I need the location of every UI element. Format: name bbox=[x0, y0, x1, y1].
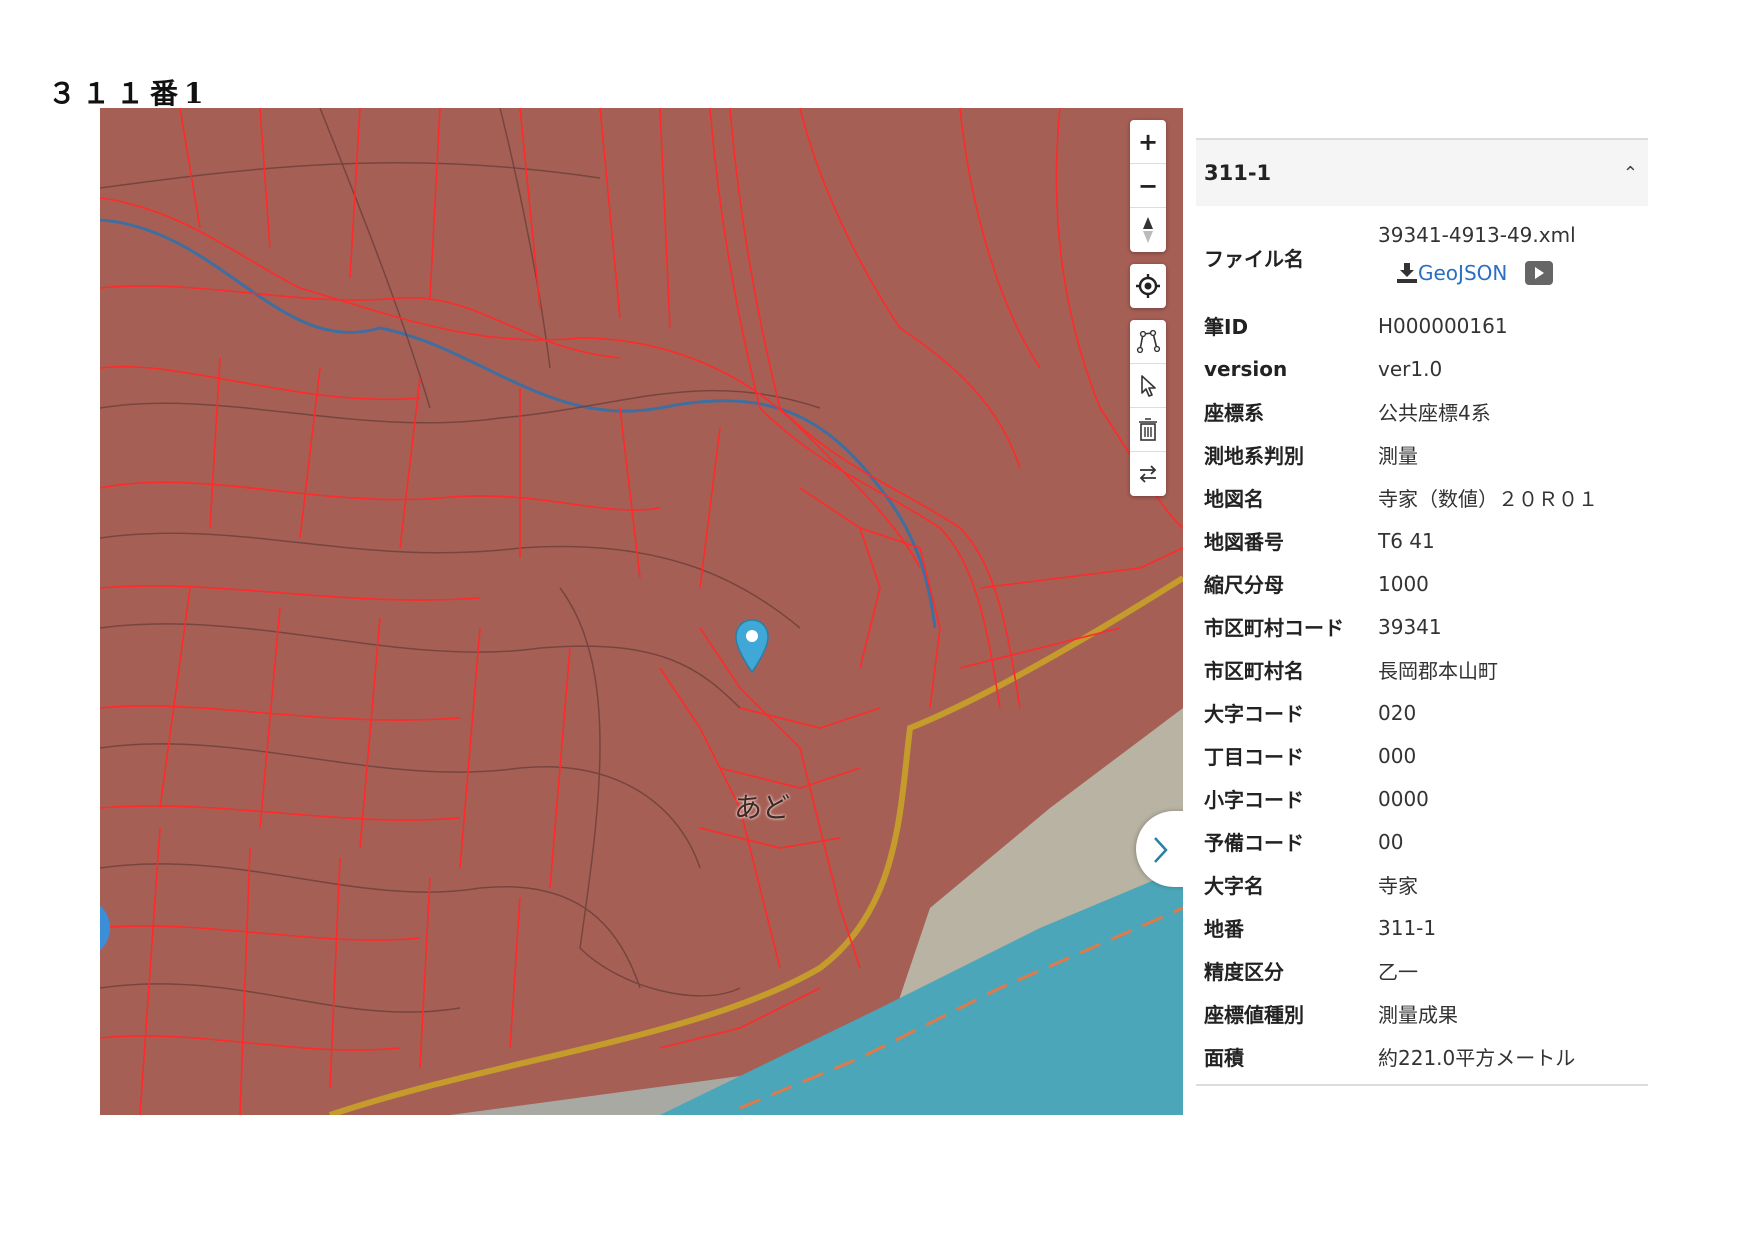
file-row: ファイル名 39341-4913-49.xml GeoJSON bbox=[1196, 210, 1648, 304]
swap-button[interactable] bbox=[1130, 452, 1166, 496]
location-marker-icon[interactable] bbox=[734, 618, 770, 674]
attribute-value: 311-1 bbox=[1378, 915, 1437, 940]
attribute-value: 公共座標4系 bbox=[1378, 401, 1491, 425]
attribute-value: H000000161 bbox=[1378, 313, 1508, 338]
attribute-label: 予備コード bbox=[1204, 831, 1304, 855]
attribute-value: 測量成果 bbox=[1378, 1003, 1458, 1027]
attribute-label: 座標系 bbox=[1204, 401, 1264, 425]
attribute-row: 地番 311-1 bbox=[1196, 906, 1648, 949]
attribute-label: 地番 bbox=[1204, 917, 1244, 941]
attribute-row: 市区町村名 長岡郡本山町 bbox=[1196, 648, 1648, 691]
zoom-controls: + − bbox=[1130, 120, 1166, 252]
draw-polygon-button[interactable] bbox=[1130, 320, 1166, 364]
chevron-right-icon bbox=[1154, 837, 1168, 863]
trash-icon bbox=[1139, 417, 1157, 441]
attribute-table: ファイル名 39341-4913-49.xml GeoJSON 筆ID H000… bbox=[1196, 206, 1648, 1086]
crosshair-icon bbox=[1136, 274, 1160, 298]
attribute-value: 0000 bbox=[1378, 786, 1429, 811]
pointer-icon bbox=[1141, 374, 1156, 397]
attribute-row: 筆ID H000000161 bbox=[1196, 304, 1648, 347]
attribute-row: 丁目コード 000 bbox=[1196, 734, 1648, 777]
attribute-label: 地図名 bbox=[1204, 487, 1264, 511]
attribute-label: version bbox=[1204, 356, 1288, 381]
attribute-label: 地図番号 bbox=[1204, 530, 1284, 554]
attribute-row: 地図名 寺家（数値）２０Ｒ０１ bbox=[1196, 476, 1648, 519]
attribute-label: 測地系判別 bbox=[1204, 444, 1304, 468]
document-title: ３１１番1 bbox=[48, 77, 210, 110]
attribute-label: 市区町村コード bbox=[1204, 616, 1344, 640]
file-label: ファイル名 bbox=[1204, 246, 1304, 271]
attribute-value: 寺家（数値）２０Ｒ０１ bbox=[1378, 487, 1598, 511]
attribute-label: 市区町村名 bbox=[1204, 659, 1304, 683]
compass-button[interactable] bbox=[1130, 208, 1166, 252]
map-base-layer bbox=[100, 108, 1183, 1115]
attribute-row: version ver1.0 bbox=[1196, 347, 1648, 390]
attribute-label: 丁目コード bbox=[1204, 745, 1304, 769]
download-icon bbox=[1397, 263, 1417, 283]
attribute-row: 予備コード 00 bbox=[1196, 820, 1648, 863]
play-icon bbox=[1535, 267, 1545, 279]
attribute-label: 大字名 bbox=[1204, 874, 1264, 898]
attribute-value: 測量 bbox=[1378, 444, 1418, 468]
attribute-value: 00 bbox=[1378, 829, 1404, 854]
attribute-row: 地図番号 T6 41 bbox=[1196, 519, 1648, 562]
map-view[interactable]: あど + − bbox=[100, 108, 1183, 1115]
attribute-value: 000 bbox=[1378, 743, 1417, 768]
geojson-download-link[interactable]: GeoJSON bbox=[1396, 261, 1507, 285]
attribute-panel: 311-1 ⌃ ファイル名 39341-4913-49.xml GeoJSON bbox=[1196, 138, 1648, 1086]
attribute-row: 面積 約221.0平方メートル bbox=[1196, 1035, 1648, 1078]
file-name: 39341-4913-49.xml bbox=[1378, 223, 1576, 247]
attribute-value: 020 bbox=[1378, 700, 1417, 725]
select-button[interactable] bbox=[1130, 364, 1166, 408]
geojson-links: GeoJSON bbox=[1378, 261, 1576, 285]
attribute-value: 約221.0平方メートル bbox=[1378, 1046, 1576, 1070]
attribute-row: 座標系 公共座標4系 bbox=[1196, 390, 1648, 433]
attribute-row: 縮尺分母 1000 bbox=[1196, 562, 1648, 605]
attribute-label: 精度区分 bbox=[1204, 960, 1284, 984]
geolocate-button[interactable] bbox=[1130, 264, 1166, 308]
parcel-id-title: 311-1 bbox=[1204, 161, 1272, 185]
attribute-label: 面積 bbox=[1204, 1046, 1244, 1070]
attribute-value: 寺家 bbox=[1378, 874, 1418, 898]
attribute-value: 長岡郡本山町 bbox=[1378, 659, 1498, 683]
geolocate-control bbox=[1130, 264, 1166, 308]
place-label: あど bbox=[734, 791, 791, 824]
attribute-value: T6 41 bbox=[1378, 528, 1435, 553]
attribute-value: ver1.0 bbox=[1378, 356, 1443, 381]
attribute-value: 1000 bbox=[1378, 571, 1429, 596]
attribute-row: 小字コード 0000 bbox=[1196, 777, 1648, 820]
draw-controls bbox=[1130, 320, 1166, 496]
file-values: 39341-4913-49.xml GeoJSON bbox=[1378, 223, 1576, 285]
attribute-label: 大字コード bbox=[1204, 702, 1304, 726]
attribute-label: 筆ID bbox=[1204, 315, 1249, 339]
zoom-in-button[interactable]: + bbox=[1130, 120, 1166, 164]
map-toolbar: + − bbox=[1130, 120, 1166, 508]
attribute-row: 測地系判別 測量 bbox=[1196, 433, 1648, 476]
attribute-label: 縮尺分母 bbox=[1204, 573, 1284, 597]
delete-button[interactable] bbox=[1130, 408, 1166, 452]
attribute-row: 座標値種別 測量成果 bbox=[1196, 992, 1648, 1035]
panel-header[interactable]: 311-1 ⌃ bbox=[1196, 138, 1648, 206]
zoom-out-button[interactable]: − bbox=[1130, 164, 1166, 208]
swap-arrows-icon bbox=[1139, 465, 1157, 483]
attribute-value: 乙一 bbox=[1378, 960, 1418, 984]
attribute-row: 精度区分 乙一 bbox=[1196, 949, 1648, 992]
attribute-value: 39341 bbox=[1378, 614, 1442, 639]
attribute-row: 市区町村コード 39341 bbox=[1196, 605, 1648, 648]
geojson-label: GeoJSON bbox=[1418, 261, 1508, 285]
compass-icon bbox=[1143, 217, 1153, 243]
polygon-draw-icon bbox=[1136, 329, 1161, 353]
attribute-label: 座標値種別 bbox=[1204, 1003, 1304, 1027]
chevron-up-icon[interactable]: ⌃ bbox=[1623, 163, 1638, 184]
attribute-row: 大字コード 020 bbox=[1196, 691, 1648, 734]
attribute-row: 大字名 寺家 bbox=[1196, 863, 1648, 906]
play-button[interactable] bbox=[1525, 261, 1554, 285]
attribute-label: 小字コード bbox=[1204, 788, 1304, 812]
